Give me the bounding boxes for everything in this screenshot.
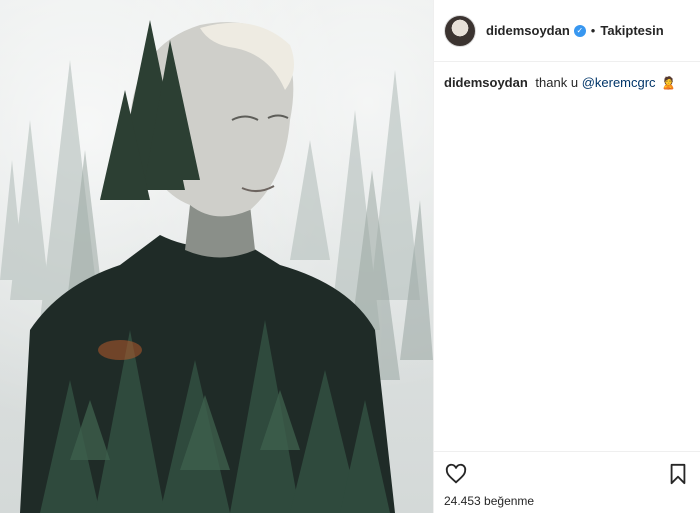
likes-count[interactable]: 24.453 beğenme — [444, 494, 690, 508]
post-photo[interactable] — [0, 0, 433, 513]
likes-number: 24.453 — [444, 494, 481, 508]
post-side-panel: didemsoydan ✓ • Takiptesin didemsoydan t… — [433, 0, 700, 513]
header-separator: • — [590, 23, 596, 38]
post-actions: 24.453 beğenme — [434, 451, 700, 513]
avatar[interactable] — [444, 14, 476, 47]
heart-icon[interactable] — [444, 462, 468, 486]
caption-mention-link[interactable]: @keremcgrc — [582, 75, 656, 90]
instagram-post: didemsoydan ✓ • Takiptesin didemsoydan t… — [0, 0, 700, 513]
follow-state-button[interactable]: Takiptesin — [600, 23, 663, 38]
caption-emoji: 🙎 — [661, 76, 677, 90]
header-username[interactable]: didemsoydan — [486, 23, 570, 38]
double-exposure-portrait — [0, 20, 433, 513]
bookmark-icon[interactable] — [666, 462, 690, 486]
caption-username[interactable]: didemsoydan — [444, 75, 528, 90]
action-icon-row — [444, 462, 690, 486]
verified-badge-icon: ✓ — [573, 24, 586, 37]
likes-label: beğenme — [484, 494, 535, 508]
post-caption: didemsoydan thank u @keremcgrc 🙎 — [434, 62, 700, 104]
post-header: didemsoydan ✓ • Takiptesin — [434, 0, 700, 62]
caption-text: thank u — [535, 75, 582, 90]
